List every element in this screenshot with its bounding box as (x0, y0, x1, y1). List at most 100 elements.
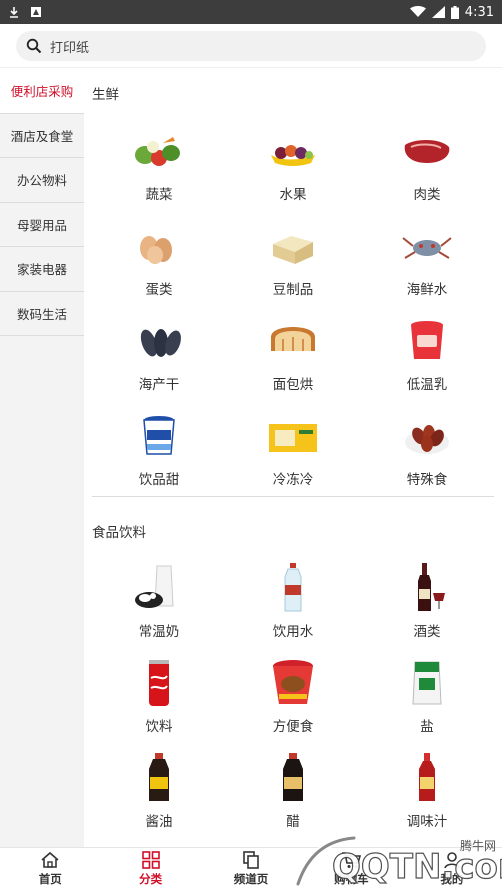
notification-app-icon (30, 6, 42, 18)
category-tile[interactable]: 低温乳 (367, 317, 487, 407)
category-tile[interactable]: 蛋类 (99, 222, 219, 312)
category-tile[interactable]: 面包烘 (233, 317, 353, 407)
category-label: 盐 (420, 719, 434, 735)
dried-seafood-icon (129, 317, 189, 365)
category-tile[interactable]: 盐 (367, 659, 487, 749)
dessert-drink-icon (129, 412, 189, 460)
category-tile[interactable]: 饮用水 (233, 563, 353, 654)
category-label: 水果 (279, 187, 307, 203)
category-grid-icon (141, 851, 160, 869)
sidebar-item-label: 数码生活 (16, 306, 67, 322)
category-tile[interactable]: 酱油 (99, 753, 219, 844)
sidebar-item-label: 酒店及食堂 (10, 128, 74, 144)
tofu-icon (263, 222, 323, 270)
soda-can-icon (129, 659, 189, 707)
tab-profile[interactable]: 我的 (402, 848, 502, 890)
category-tile[interactable]: 调味汁 (367, 753, 487, 844)
tab-category[interactable]: 分类 (100, 848, 200, 890)
category-tile[interactable]: 方便食 (233, 659, 353, 749)
battery-icon (450, 5, 459, 19)
tab-label: 频道页 (233, 872, 269, 886)
category-tile[interactable]: 海鲜水 (367, 222, 487, 312)
search-icon (26, 38, 42, 54)
sidebar-item-label: 便利店采购 (10, 84, 74, 100)
search-placeholder: 打印纸 (50, 40, 90, 56)
category-tile[interactable]: 海产干 (99, 317, 219, 407)
category-label: 酱油 (145, 814, 173, 830)
wine-icon (397, 563, 457, 612)
milk-icon (129, 564, 189, 612)
category-tile[interactable]: 饮料 (99, 659, 219, 749)
status-time: 4:31 (464, 4, 494, 20)
category-label: 海产干 (138, 377, 180, 393)
sidebar-item-hotel-canteen[interactable]: 酒店及食堂 (0, 113, 84, 158)
download-icon (8, 6, 20, 18)
sidebar-item-baby-products[interactable]: 母婴用品 (0, 202, 84, 247)
soy-sauce-icon (129, 753, 189, 802)
sidebar-item-label: 母婴用品 (16, 217, 67, 233)
water-bottle-icon (263, 563, 323, 612)
category-label: 饮品甜 (138, 472, 180, 488)
bottom-tab-bar: 首页 分类 频道页 购物车 我的 (0, 847, 502, 890)
category-label: 肉类 (413, 187, 441, 203)
category-label: 醋 (286, 814, 300, 830)
tab-cart[interactable]: 购物车 (301, 848, 401, 890)
wifi-icon (409, 6, 426, 18)
category-label: 饮料 (145, 719, 173, 735)
category-tile[interactable]: 肉类 (367, 127, 487, 217)
category-label: 豆制品 (272, 282, 314, 298)
category-label: 面包烘 (272, 377, 314, 393)
vegetables-icon (129, 127, 189, 175)
status-bar: 4:31 (0, 0, 502, 24)
category-tile[interactable]: 醋 (233, 753, 353, 844)
tab-channel[interactable]: 频道页 (201, 848, 301, 890)
sidebar-item-label: 办公物料 (16, 173, 67, 189)
sidebar-item-label: 家装电器 (16, 262, 67, 278)
tab-label: 购物车 (334, 872, 369, 886)
bread-icon (263, 317, 323, 365)
salt-icon (397, 659, 457, 707)
category-label: 海鲜水 (406, 282, 448, 298)
fruits-icon (263, 127, 323, 175)
eggs-icon (129, 222, 189, 270)
cell-signal-icon (431, 6, 445, 18)
chilled-dairy-icon (397, 317, 457, 365)
category-tile[interactable]: 水果 (233, 127, 353, 217)
section-title-food-beverage: 食品饮料 (92, 525, 146, 541)
category-label: 调味汁 (406, 814, 448, 830)
category-label: 饮用水 (272, 624, 314, 640)
vinegar-icon (263, 753, 323, 802)
category-label: 酒类 (413, 624, 441, 640)
channel-icon (243, 851, 259, 869)
category-tile[interactable]: 酒类 (367, 563, 487, 654)
section-divider (92, 496, 494, 497)
cart-icon (342, 852, 362, 868)
category-tile[interactable]: 饮品甜 (99, 412, 219, 502)
category-label: 蛋类 (145, 282, 173, 298)
category-label: 低温乳 (406, 377, 448, 393)
category-content: 生鲜 蔬菜 水果 肉类 蛋类 豆制品 海鲜水 海产干 面包烘 低温乳 饮品甜 冷… (84, 69, 502, 847)
section-title-fresh: 生鲜 (92, 87, 119, 103)
home-icon (41, 851, 59, 868)
category-tile[interactable]: 常温奶 (99, 564, 219, 654)
sidebar-item-digital-life[interactable]: 数码生活 (0, 291, 84, 336)
category-tile[interactable]: 豆制品 (233, 222, 353, 312)
category-label: 方便食 (272, 719, 314, 735)
sidebar-item-office-supplies[interactable]: 办公物料 (0, 158, 84, 203)
search-input[interactable]: 打印纸 (16, 31, 486, 61)
frozen-food-icon (263, 412, 323, 460)
sidebar-item-convenience-store[interactable]: 便利店采购 (0, 69, 84, 114)
meat-icon (397, 127, 457, 175)
category-sidebar: 便利店采购 酒店及食堂 办公物料 母婴用品 家装电器 数码生活 (0, 69, 84, 847)
instant-noodle-icon (263, 659, 323, 707)
tab-home[interactable]: 首页 (0, 848, 100, 890)
category-tile[interactable]: 蔬菜 (99, 127, 219, 217)
sidebar-item-home-appliances[interactable]: 家装电器 (0, 247, 84, 292)
special-food-icon (397, 412, 457, 460)
profile-icon (444, 852, 460, 869)
seafood-icon (397, 222, 457, 270)
category-tile[interactable]: 冷冻冷 (233, 412, 353, 502)
category-label: 特殊食 (406, 472, 448, 488)
category-tile[interactable]: 特殊食 (367, 412, 487, 502)
search-header: 打印纸 (0, 24, 502, 68)
